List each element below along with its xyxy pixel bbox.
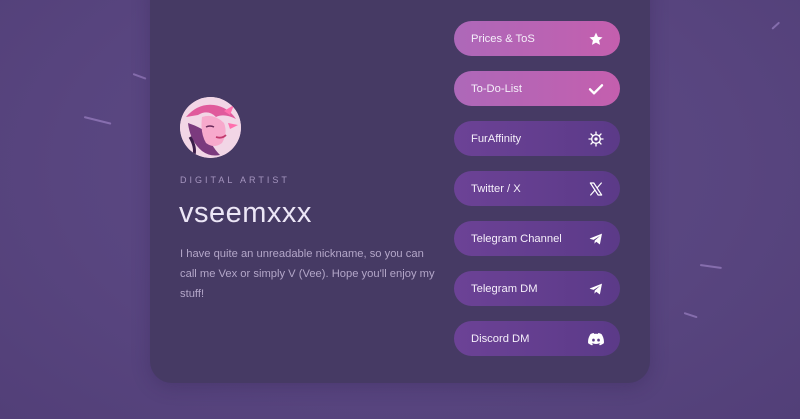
- star-icon: [588, 31, 604, 47]
- link-list: Prices & ToS To-Do-List FurAffinity Twit…: [454, 21, 620, 371]
- profile-name: vseemxxx: [179, 197, 312, 229]
- furaffinity-icon: [588, 130, 604, 147]
- decorative-streak: [683, 312, 698, 319]
- link-label: Twitter / X: [471, 182, 521, 195]
- twitter-x-button[interactable]: Twitter / X: [454, 171, 620, 206]
- check-icon: [588, 81, 604, 97]
- link-label: Telegram DM: [471, 282, 538, 295]
- link-label: Telegram Channel: [471, 232, 562, 245]
- telegram-icon: [588, 281, 604, 297]
- furaffinity-button[interactable]: FurAffinity: [454, 121, 620, 156]
- x-icon: [588, 181, 604, 197]
- decorative-streak: [699, 264, 722, 270]
- telegram-channel-button[interactable]: Telegram Channel: [454, 221, 620, 256]
- decorative-streak: [771, 21, 781, 30]
- telegram-dm-button[interactable]: Telegram DM: [454, 271, 620, 306]
- link-label: FurAffinity: [471, 132, 522, 145]
- character-avatar-icon: [180, 97, 241, 158]
- todo-list-button[interactable]: To-Do-List: [454, 71, 620, 106]
- decorative-streak: [83, 116, 112, 125]
- discord-dm-button[interactable]: Discord DM: [454, 321, 620, 356]
- role-label: DIGITAL ARTIST: [180, 175, 290, 185]
- page-background: DIGITAL ARTIST vseemxxx I have quite an …: [0, 0, 800, 419]
- link-label: Prices & ToS: [471, 32, 535, 45]
- decorative-streak: [132, 73, 147, 80]
- avatar: [180, 97, 241, 158]
- profile-bio: I have quite an unreadable nickname, so …: [180, 248, 435, 300]
- link-label: Discord DM: [471, 332, 530, 345]
- link-label: To-Do-List: [471, 82, 522, 95]
- discord-icon: [588, 331, 604, 347]
- prices-tos-button[interactable]: Prices & ToS: [454, 21, 620, 56]
- telegram-icon: [588, 231, 604, 247]
